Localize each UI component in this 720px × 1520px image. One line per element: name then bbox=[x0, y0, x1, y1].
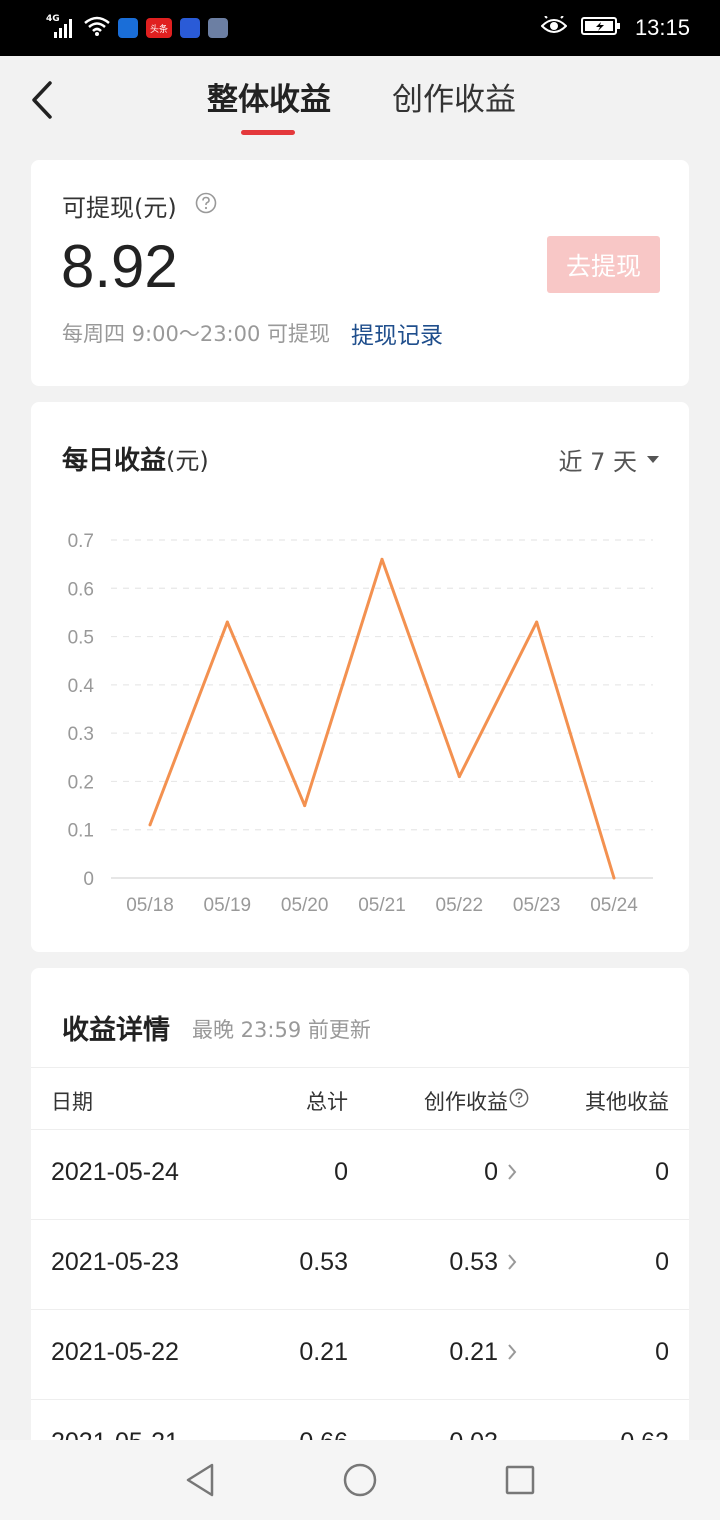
row-other: 0 bbox=[655, 1158, 669, 1186]
nav-recents-button[interactable] bbox=[500, 1460, 540, 1500]
column-creation: 创作收益 bbox=[424, 1090, 508, 1114]
withdraw-button[interactable]: 去提现 bbox=[547, 236, 660, 293]
nav-home-button[interactable] bbox=[340, 1460, 380, 1500]
back-arrow-icon bbox=[32, 81, 52, 119]
clock: 13:15 bbox=[634, 15, 690, 40]
x-tick-label: 05/24 bbox=[590, 895, 638, 916]
wifi-icon bbox=[84, 15, 110, 41]
row-total: 0 bbox=[334, 1158, 348, 1186]
earnings-detail-card: 收益详情 最晚 23:59 前更新 日期 总计 创作收益 其他收益 2021-0… bbox=[31, 968, 689, 1520]
header: 整体收益 创作收益 bbox=[0, 56, 720, 160]
table-header: 日期 总计 创作收益 其他收益 bbox=[31, 1067, 689, 1130]
y-tick-label: 0.5 bbox=[68, 628, 94, 649]
column-date: 日期 bbox=[51, 1090, 93, 1114]
data-point bbox=[225, 620, 229, 624]
balance-amount: 8.92 bbox=[61, 233, 178, 300]
system-nav-bar bbox=[0, 1440, 720, 1520]
app-icon bbox=[208, 18, 228, 38]
tab-creation-earnings[interactable]: 创作收益 bbox=[392, 74, 516, 119]
chevron-right-icon[interactable] bbox=[507, 1253, 517, 1271]
circle-home-icon bbox=[343, 1463, 377, 1497]
music-icon bbox=[180, 18, 200, 38]
y-tick-label: 0.4 bbox=[68, 676, 95, 697]
y-tick-label: 0.2 bbox=[68, 772, 94, 793]
status-bar: 4G 头条 13:15 bbox=[0, 0, 720, 56]
withdraw-schedule: 每周四 9:00～23:00 可提现 bbox=[62, 322, 331, 346]
row-creation[interactable]: 0 bbox=[484, 1158, 498, 1187]
row-other: 0 bbox=[655, 1338, 669, 1366]
table-row[interactable]: 2021-05-22 0.21 0.21 0 bbox=[31, 1310, 689, 1400]
column-other: 其他收益 bbox=[585, 1090, 669, 1114]
detail-update-note: 最晚 23:59 前更新 bbox=[192, 1018, 371, 1042]
data-point bbox=[148, 823, 152, 827]
tab-overall-earnings[interactable]: 整体收益 bbox=[207, 74, 331, 119]
x-tick-label: 05/23 bbox=[513, 895, 561, 916]
data-point bbox=[380, 557, 384, 561]
row-creation[interactable]: 0.21 bbox=[449, 1338, 498, 1367]
help-icon[interactable] bbox=[509, 1088, 529, 1112]
status-icons-right: 13:15 bbox=[540, 14, 690, 42]
x-tick-label: 05/18 bbox=[126, 895, 174, 916]
withdrawable-label: 可提现(元) bbox=[62, 194, 177, 222]
withdraw-record-link[interactable]: 提现记录 bbox=[351, 316, 443, 350]
table-row[interactable]: 2021-05-24 0 0 0 bbox=[31, 1130, 689, 1220]
table-row[interactable]: 2021-05-23 0.53 0.53 0 bbox=[31, 1220, 689, 1310]
back-button[interactable] bbox=[22, 78, 62, 122]
data-point bbox=[535, 620, 539, 624]
x-tick-label: 05/19 bbox=[204, 895, 252, 916]
chevron-right-icon[interactable] bbox=[507, 1343, 517, 1361]
signal-icon: 4G bbox=[46, 14, 76, 40]
help-icon[interactable] bbox=[195, 192, 217, 218]
active-tab-indicator bbox=[241, 130, 295, 135]
row-date: 2021-05-24 bbox=[51, 1158, 179, 1186]
detail-title: 收益详情 bbox=[62, 1015, 170, 1046]
y-tick-label: 0 bbox=[83, 869, 94, 890]
line-chart: 0 0.1 0.2 0.3 0.4 0.5 0.6 0.7 05/18 05/19 05/20 05/… bbox=[68, 531, 653, 916]
y-tick-label: 0.1 bbox=[68, 821, 94, 842]
square-recents-icon bbox=[505, 1465, 535, 1495]
row-total: 0.21 bbox=[299, 1338, 348, 1366]
row-creation[interactable]: 0.53 bbox=[449, 1248, 498, 1277]
data-point bbox=[612, 876, 616, 880]
nav-back-button[interactable] bbox=[180, 1460, 220, 1500]
status-icons-left: 4G 头条 bbox=[46, 14, 228, 42]
daily-earnings-card: 每日收益(元) 近 7 天 0 0.1 0.2 0.3 0.4 0.5 0.6 0.7 05/1… bbox=[31, 402, 689, 952]
row-date: 2021-05-23 bbox=[51, 1248, 179, 1276]
x-tick-label: 05/21 bbox=[358, 895, 406, 916]
data-point bbox=[457, 775, 461, 779]
y-tick-label: 0.7 bbox=[68, 531, 94, 552]
row-other: 0 bbox=[655, 1248, 669, 1276]
toutiao-icon: 头条 bbox=[146, 18, 172, 38]
balance-card: 可提现(元) 8.92 去提现 每周四 9:00～23:00 可提现 提现记录 bbox=[31, 160, 689, 386]
triangle-back-icon bbox=[186, 1463, 214, 1497]
y-tick-label: 0.6 bbox=[68, 579, 94, 600]
x-tick-label: 05/22 bbox=[436, 895, 484, 916]
row-total: 0.53 bbox=[299, 1248, 348, 1276]
row-date: 2021-05-22 bbox=[51, 1338, 179, 1366]
eye-icon bbox=[540, 14, 568, 40]
wifi-lock-icon bbox=[118, 18, 138, 38]
data-point bbox=[303, 804, 307, 808]
battery-icon bbox=[580, 16, 621, 40]
x-tick-label: 05/20 bbox=[281, 895, 329, 916]
chevron-right-icon[interactable] bbox=[507, 1163, 517, 1181]
y-tick-label: 0.3 bbox=[68, 724, 94, 745]
column-total: 总计 bbox=[306, 1090, 348, 1114]
